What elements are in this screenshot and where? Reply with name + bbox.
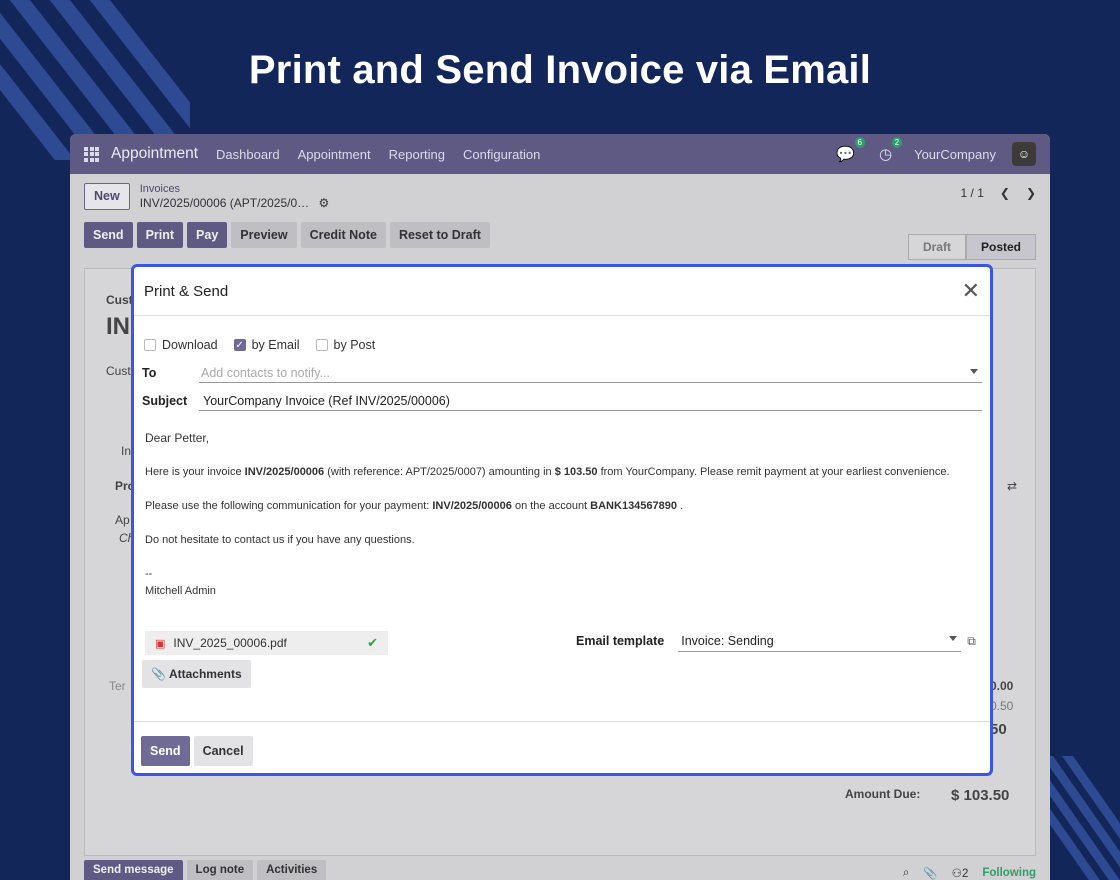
to-row: To Add contacts to notify... [142,363,982,383]
download-checkbox[interactable] [144,339,156,351]
send-options: Download ✓ by Email by Post [144,338,375,352]
tax-value: 0.50 [990,699,1014,713]
body-paragraph-1: Here is your invoice INV/2025/00006 (wit… [145,466,950,478]
line-appointment: Ap [115,513,130,527]
option-download[interactable]: Download [144,338,218,352]
preview-button[interactable]: Preview [231,222,297,248]
email-body-editor[interactable]: Dear Petter, Here is your invoice INV/20… [145,430,965,600]
print-button[interactable]: Print [136,222,184,248]
by-post-checkbox[interactable] [315,339,328,351]
user-avatar[interactable]: ☺ [1012,142,1036,166]
customer-field-label: Cust [106,364,131,378]
messages-icon[interactable]: 💬 6 [836,137,865,163]
attachments-button[interactable]: 📎 Attachments [142,660,251,688]
untaxed-amount-value: 0.00 [990,679,1014,693]
log-note-button[interactable]: Log note [186,860,254,880]
gear-icon[interactable]: ⚙ [319,196,330,210]
terms-label: Ter [109,679,126,693]
hero-title: Print and Send Invoice via Email [248,48,872,92]
pager: 1 / 1 ❮ ❯ [961,186,1036,200]
close-icon[interactable]: ✕ [962,278,980,304]
signature-dash: -- [145,568,153,580]
dialog-send-button[interactable]: Send [141,735,190,766]
column-settings-icon[interactable]: ⇄ [1007,479,1017,493]
send-button[interactable]: Send [84,222,133,248]
chevron-right-icon[interactable]: ❯ [1026,186,1036,200]
option-by-email[interactable]: ✓ by Email [233,338,300,352]
control-panel: New Invoices INV/2025/00006 (APT/2025/0…… [70,174,1050,218]
menu-reporting[interactable]: Reporting [389,147,445,162]
followers-count[interactable]: ⚇2 [952,866,969,880]
dialog-title: Print & Send [144,282,229,300]
to-placeholder: Add contacts to notify... [201,365,331,380]
tab-invoice-lines[interactable]: In [121,444,131,458]
paperclip-icon: 📎 [151,667,166,681]
company-switcher[interactable]: YourCompany [914,147,996,162]
following-button[interactable]: Following [982,867,1036,879]
chatter-actions: Send message Log note Activities [84,860,327,880]
chevron-left-icon[interactable]: ❮ [1000,186,1010,200]
subject-input[interactable]: YourCompany Invoice (Ref INV/2025/00006) [199,391,982,411]
activities-badge: 2 [891,137,903,148]
caret-down-icon[interactable] [970,369,978,374]
status-draft[interactable]: Draft [907,234,966,260]
activities-clock-icon[interactable]: ◷ 2 [879,137,903,163]
attachment-name: INV_2025_00006.pdf [173,636,287,650]
invoice-number-fragment: IN [106,313,130,340]
pdf-file-icon: ▣ [155,637,166,650]
breadcrumb-invoices[interactable]: Invoices [140,182,330,196]
customer-label: Cust [106,293,133,307]
to-input[interactable]: Add contacts to notify... [199,363,982,383]
subject-row: Subject YourCompany Invoice (Ref INV/202… [142,391,982,411]
chatter-right: ⌕ 📎 ⚇2 Following [903,866,1036,880]
messages-badge: 6 [854,137,865,148]
action-toolbar: Send Print Pay Preview Credit Note Reset… [70,218,1050,252]
email-template-row: Email template Invoice: Sending ⧉ [576,630,976,652]
menu-appointment[interactable]: Appointment [298,147,371,162]
app-name[interactable]: Appointment [111,145,198,163]
signature-name: Mitchell Admin [145,585,216,597]
to-label: To [142,366,157,380]
checkmark-icon: ✔ [367,635,378,650]
email-template-select[interactable]: Invoice: Sending [678,630,962,652]
dialog-header: Print & Send ✕ [134,267,990,316]
activities-button[interactable]: Activities [257,860,327,880]
caret-down-icon[interactable] [949,636,958,641]
subject-value: YourCompany Invoice (Ref INV/2025/00006) [203,393,450,408]
dialog-cancel-button[interactable]: Cancel [193,735,253,766]
dialog-footer: Send Cancel [134,721,990,773]
email-template-value: Invoice: Sending [681,633,774,648]
paperclip-icon[interactable]: 📎 [923,866,937,880]
menu-dashboard[interactable]: Dashboard [216,147,280,162]
print-send-dialog: Print & Send ✕ Download ✓ by Email by Pos… [131,264,993,776]
apps-grid-icon[interactable] [84,146,99,162]
new-button[interactable]: New [84,182,130,210]
body-greeting: Dear Petter, [145,431,210,445]
email-template-label: Email template [576,634,665,648]
person-icon: ⚇ [951,868,962,880]
by-email-checkbox[interactable]: ✓ [233,339,246,351]
breadcrumb: Invoices INV/2025/00006 (APT/2025/0… ⚙ [140,182,330,210]
reset-to-draft-button[interactable]: Reset to Draft [389,222,490,248]
pager-value[interactable]: 1 / 1 [961,186,984,200]
menu-configuration[interactable]: Configuration [463,147,540,162]
status-posted[interactable]: Posted [965,234,1036,260]
body-paragraph-2: Please use the following communication f… [145,500,684,512]
body-paragraph-3: Do not hesitate to contact us if you hav… [145,534,415,546]
breadcrumb-current: INV/2025/00006 (APT/2025/0… [139,196,310,210]
status-bar: Draft Posted [907,234,1036,260]
option-by-post[interactable]: by Post [315,338,375,352]
amount-due-value: $ 103.50 [951,787,1010,804]
external-link-icon[interactable]: ⧉ [967,634,976,649]
credit-note-button[interactable]: Credit Note [300,222,386,248]
attachment-item[interactable]: ▣ INV_2025_00006.pdf ✔ [145,631,388,655]
pay-button[interactable]: Pay [187,222,228,248]
top-navbar: Appointment Dashboard Appointment Report… [70,134,1050,174]
subject-label: Subject [142,394,188,408]
amount-due-label: Amount Due: [845,787,921,801]
search-icon[interactable]: ⌕ [903,867,909,880]
decorative-stripes-bottom-right [1048,756,1120,880]
send-message-button[interactable]: Send message [84,860,183,880]
